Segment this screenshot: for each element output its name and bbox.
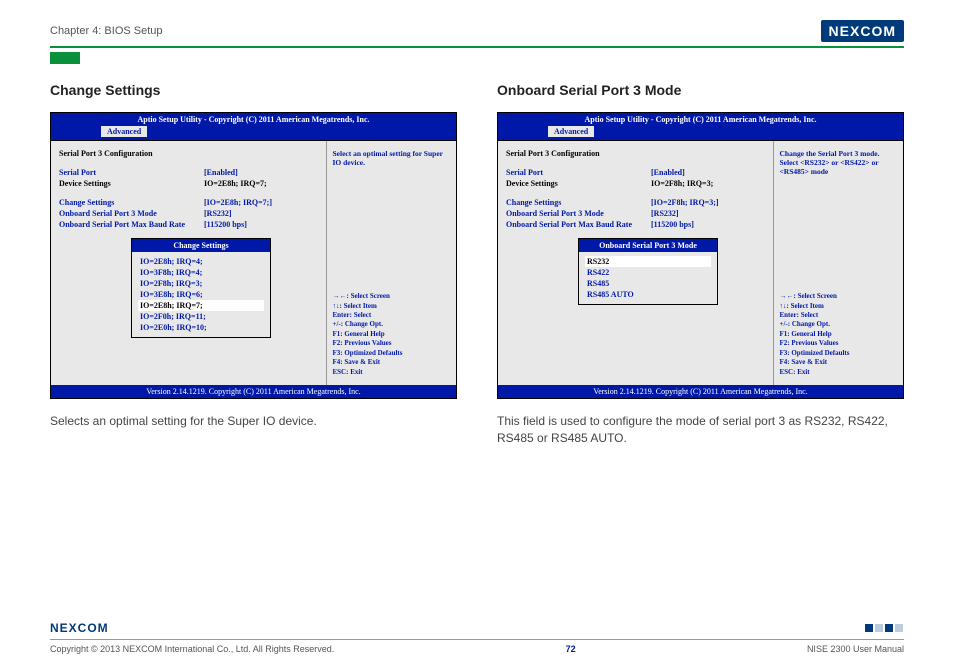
section-description: Selects an optimal setting for the Super… <box>50 413 457 430</box>
config-label: Change Settings <box>506 198 651 207</box>
popup-port-mode: Onboard Serial Port 3 Mode RS232RS422RS4… <box>578 238 718 305</box>
config-row[interactable]: Device SettingsIO=2F8h; IRQ=3; <box>506 179 765 188</box>
config-value: [IO=2F8h; IRQ=3;] <box>651 198 719 207</box>
config-value: [RS232] <box>204 209 232 218</box>
config-label: Onboard Serial Port Max Baud Rate <box>506 220 651 229</box>
config-value: [IO=2E8h; IRQ=7;] <box>204 198 272 207</box>
config-row[interactable]: Onboard Serial Port 3 Mode[RS232] <box>506 209 765 218</box>
popup-option[interactable]: RS485 <box>585 278 711 289</box>
config-row[interactable]: Change Settings[IO=2F8h; IRQ=3;] <box>506 198 765 207</box>
config-value: IO=2E8h; IRQ=7; <box>204 179 267 188</box>
footer-squares-icon <box>864 619 904 637</box>
config-row[interactable]: Onboard Serial Port Max Baud Rate[115200… <box>506 220 765 229</box>
popup-option[interactable]: RS422 <box>585 267 711 278</box>
section-description: This field is used to configure the mode… <box>497 413 904 447</box>
section-title-port-mode: Onboard Serial Port 3 Mode <box>497 82 904 98</box>
config-label: Serial Port <box>59 168 204 177</box>
bios-version-bar: Version 2.14.1219. Copyright (C) 2011 Am… <box>51 385 456 398</box>
config-row[interactable]: Onboard Serial Port Max Baud Rate[115200… <box>59 220 318 229</box>
page-tab-stub <box>50 52 80 64</box>
config-label: Onboard Serial Port 3 Mode <box>506 209 651 218</box>
config-value: [RS232] <box>651 209 679 218</box>
config-heading: Serial Port 3 Configuration <box>59 149 318 158</box>
config-row[interactable]: Device SettingsIO=2E8h; IRQ=7; <box>59 179 318 188</box>
footer-copyright: Copyright © 2013 NEXCOM International Co… <box>50 644 334 654</box>
footer-brand: NEXCOM <box>50 621 109 635</box>
config-heading: Serial Port 3 Configuration <box>506 149 765 158</box>
popup-option[interactable]: IO=3E8h; IRQ=6; <box>138 289 264 300</box>
section-title-change-settings: Change Settings <box>50 82 457 98</box>
bios-titlebar: Aptio Setup Utility - Copyright (C) 2011… <box>498 113 903 126</box>
config-label: Device Settings <box>506 179 651 188</box>
bios-titlebar: Aptio Setup Utility - Copyright (C) 2011… <box>51 113 456 126</box>
page-number: 72 <box>566 644 576 654</box>
config-row[interactable]: Onboard Serial Port 3 Mode[RS232] <box>59 209 318 218</box>
config-value: [Enabled] <box>204 168 238 177</box>
popup-option[interactable]: IO=2E8h; IRQ=4; <box>138 256 264 267</box>
bios-tab-advanced[interactable]: Advanced <box>101 126 147 137</box>
bios-tabstrip: Advanced <box>498 126 903 140</box>
header-rule <box>50 46 904 48</box>
manual-name: NISE 2300 User Manual <box>807 644 904 654</box>
popup-option[interactable]: IO=2F8h; IRQ=3; <box>138 278 264 289</box>
config-value: [115200 bps] <box>651 220 694 229</box>
config-label: Onboard Serial Port Max Baud Rate <box>59 220 204 229</box>
config-value: IO=2F8h; IRQ=3; <box>651 179 713 188</box>
config-label: Onboard Serial Port 3 Mode <box>59 209 204 218</box>
bios-screen-right: Aptio Setup Utility - Copyright (C) 2011… <box>497 112 904 399</box>
config-row[interactable]: Serial Port[Enabled] <box>506 168 765 177</box>
bios-version-bar: Version 2.14.1219. Copyright (C) 2011 Am… <box>498 385 903 398</box>
config-row[interactable]: Serial Port[Enabled] <box>59 168 318 177</box>
popup-option[interactable]: IO=3F8h; IRQ=4; <box>138 267 264 278</box>
config-row[interactable]: Change Settings[IO=2E8h; IRQ=7;] <box>59 198 318 207</box>
config-label: Serial Port <box>506 168 651 177</box>
popup-title: Onboard Serial Port 3 Mode <box>579 239 717 252</box>
bios-screen-left: Aptio Setup Utility - Copyright (C) 2011… <box>50 112 457 399</box>
config-label: Device Settings <box>59 179 204 188</box>
popup-option[interactable]: IO=2F0h; IRQ=11; <box>138 311 264 322</box>
popup-option[interactable]: RS485 AUTO <box>585 289 711 300</box>
popup-title: Change Settings <box>132 239 270 252</box>
chapter-label: Chapter 4: BIOS Setup <box>50 25 163 37</box>
popup-option[interactable]: IO=2E0h; IRQ=10; <box>138 322 264 333</box>
help-description: Select an optimal setting for Super IO d… <box>333 149 451 167</box>
help-keys: →←: Select Screen↑↓: Select ItemEnter: S… <box>333 292 451 377</box>
popup-option[interactable]: IO=2E8h; IRQ=7; <box>138 300 264 311</box>
brand-logo: NEXCOM <box>821 20 904 42</box>
bios-tab-advanced[interactable]: Advanced <box>548 126 594 137</box>
bios-tabstrip: Advanced <box>51 126 456 140</box>
popup-option[interactable]: RS232 <box>585 256 711 267</box>
help-description: Change the Serial Port 3 mode. Select <R… <box>780 149 898 176</box>
help-keys: →←: Select Screen↑↓: Select ItemEnter: S… <box>780 292 898 377</box>
config-value: [115200 bps] <box>204 220 247 229</box>
config-label: Change Settings <box>59 198 204 207</box>
popup-change-settings: Change Settings IO=2E8h; IRQ=4;IO=3F8h; … <box>131 238 271 338</box>
config-value: [Enabled] <box>651 168 685 177</box>
